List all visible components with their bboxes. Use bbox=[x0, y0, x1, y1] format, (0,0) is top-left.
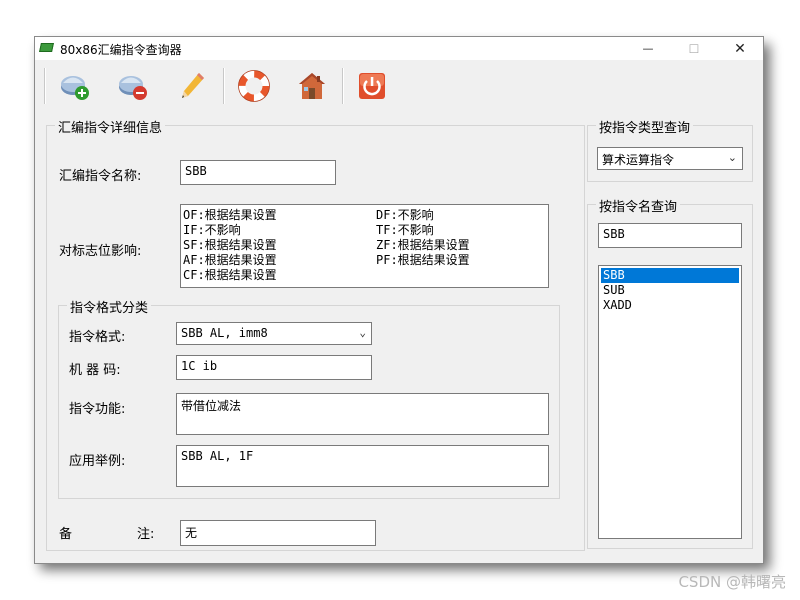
house-icon bbox=[299, 73, 325, 99]
add-record-icon bbox=[61, 76, 89, 100]
pencil-icon bbox=[182, 73, 204, 98]
name-label: 汇编指令名称: bbox=[59, 169, 142, 184]
window-title: 80x86汇编指令查询器 bbox=[60, 43, 182, 57]
type-select[interactable]: 算术运算指令 ⌄ bbox=[597, 147, 743, 170]
instruction-name-field[interactable]: SBB bbox=[180, 160, 336, 185]
type-select-value: 算术运算指令 bbox=[602, 153, 675, 167]
flag-af: AF:根据结果设置 bbox=[183, 253, 277, 267]
flags-label: 对标志位影响: bbox=[59, 244, 142, 259]
flags-textarea[interactable]: OF:根据结果设置 DF:不影响 IF:不影响 TF:不影响 SF:根据结果设置… bbox=[180, 204, 549, 288]
app-window: 80x86汇编指令查询器 — ☐ ✕ 汇编指令详细信息 汇编指令名称: SBB … bbox=[34, 36, 764, 564]
close-button[interactable]: ✕ bbox=[717, 37, 763, 60]
toolbar bbox=[35, 60, 763, 114]
delete-button[interactable] bbox=[115, 68, 151, 104]
machine-code-label: 机 器 码: bbox=[69, 363, 121, 378]
list-item[interactable]: XADD bbox=[601, 298, 739, 313]
list-item[interactable]: SBB bbox=[601, 268, 739, 283]
chevron-down-icon: ⌄ bbox=[727, 151, 737, 164]
example-label: 应用举例: bbox=[69, 454, 126, 469]
remark-label-first: 备 bbox=[59, 527, 73, 542]
machine-code-field[interactable]: 1C ib bbox=[176, 355, 372, 380]
close-icon: ✕ bbox=[734, 40, 746, 57]
flag-pf: PF:根据结果设置 bbox=[376, 253, 470, 267]
app-icon bbox=[39, 43, 54, 52]
result-listbox[interactable]: SBB SUB XADD bbox=[598, 265, 742, 539]
flag-df: DF:不影响 bbox=[376, 208, 434, 222]
maximize-button[interactable]: ☐ bbox=[671, 37, 717, 60]
edit-button[interactable] bbox=[175, 68, 211, 104]
name-query-group-title: 按指令名查询 bbox=[596, 196, 681, 215]
type-query-group-title: 按指令类型查询 bbox=[596, 117, 694, 136]
flag-cf: CF:根据结果设置 bbox=[183, 268, 277, 282]
help-button[interactable] bbox=[236, 68, 272, 104]
home-button[interactable] bbox=[294, 68, 330, 104]
power-icon bbox=[359, 73, 385, 99]
function-textarea[interactable]: 带借位减法 bbox=[176, 393, 549, 435]
flag-sf: SF:根据结果设置 bbox=[183, 238, 277, 252]
name-search-input[interactable]: SBB bbox=[598, 223, 742, 248]
function-label: 指令功能: bbox=[69, 402, 126, 417]
minimize-button[interactable]: — bbox=[625, 37, 671, 60]
toolbar-separator bbox=[342, 68, 344, 104]
details-group-title: 汇编指令详细信息 bbox=[55, 117, 166, 136]
title-bar[interactable]: 80x86汇编指令查询器 — ☐ ✕ bbox=[35, 37, 763, 60]
chevron-down-icon: ⌄ bbox=[359, 326, 366, 339]
format-label: 指令格式: bbox=[69, 330, 126, 345]
format-group-title: 指令格式分类 bbox=[67, 297, 152, 316]
toolbar-separator bbox=[44, 68, 46, 104]
minimize-icon: — bbox=[642, 42, 654, 55]
remark-label-second: 注: bbox=[137, 527, 155, 542]
lifebuoy-icon bbox=[238, 70, 270, 102]
flag-tf: TF:不影响 bbox=[376, 223, 434, 237]
flag-if: IF:不影响 bbox=[183, 223, 241, 237]
toolbar-separator bbox=[223, 68, 225, 104]
flag-zf: ZF:根据结果设置 bbox=[376, 238, 470, 252]
remark-field[interactable]: 无 bbox=[180, 520, 376, 546]
delete-record-icon bbox=[119, 76, 147, 100]
format-select-value: SBB AL, imm8 bbox=[181, 326, 268, 340]
example-textarea[interactable]: SBB AL, 1F bbox=[176, 445, 549, 487]
maximize-icon: ☐ bbox=[688, 41, 700, 56]
list-item[interactable]: SUB bbox=[601, 283, 739, 298]
add-button[interactable] bbox=[57, 68, 93, 104]
exit-button[interactable] bbox=[354, 68, 390, 104]
watermark: CSDN @韩曙亮 bbox=[678, 573, 786, 591]
flag-of: OF:根据结果设置 bbox=[183, 208, 277, 222]
format-select[interactable]: SBB AL, imm8 ⌄ bbox=[176, 322, 372, 345]
